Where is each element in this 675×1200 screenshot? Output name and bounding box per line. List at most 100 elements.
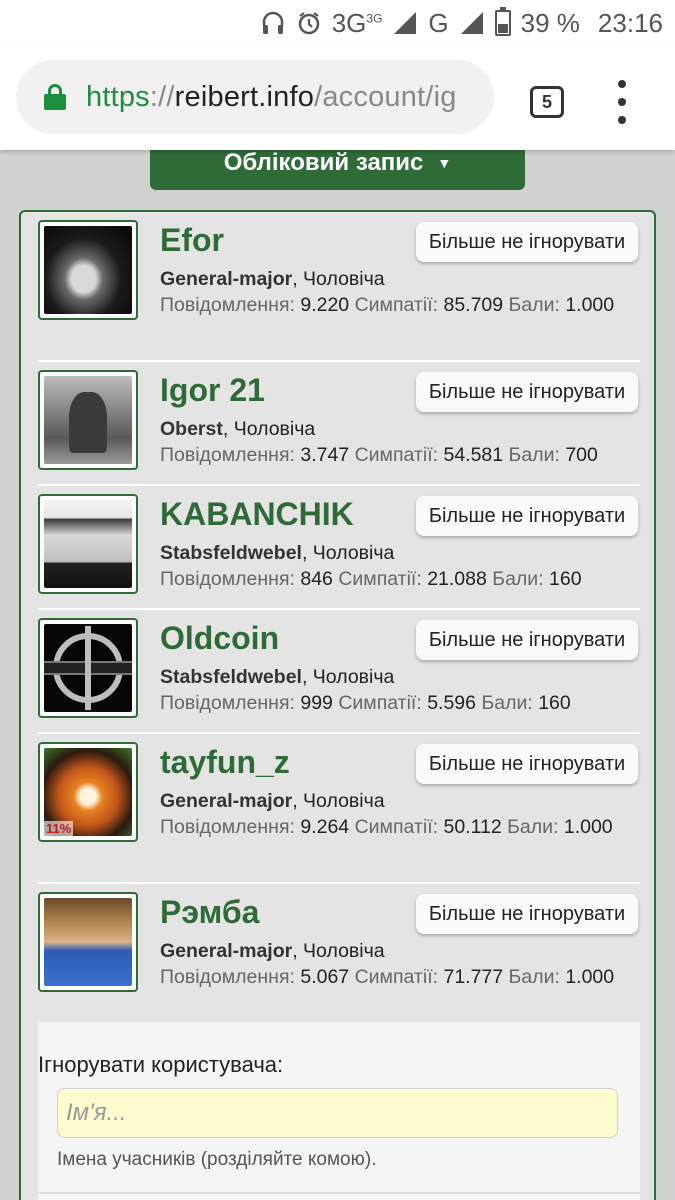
likes-count: 5.596 [427,692,477,714]
network-3g-label: 3G3G [331,7,383,38]
points-count: 160 [538,692,571,714]
messages-label: Повідомлення: [160,966,295,988]
user-rank: General-major [160,940,293,962]
user-rank: Stabsfeldwebel [160,542,302,564]
user-meta: Oberst, Чоловіча Повідомлення: 3.747 Сим… [160,416,630,468]
avatar[interactable] [38,220,138,320]
points-label: Бали: [507,816,559,838]
unignore-button[interactable]: Більше не ігнорувати [416,620,638,660]
likes-count: 21.088 [427,568,487,590]
unignore-button[interactable]: Більше не ігнорувати [416,496,638,536]
user-gender: , Чоловіча [301,542,395,564]
points-count: 1.000 [565,966,615,988]
user-meta: Stabsfeldwebel, Чоловіча Повідомлення: 8… [160,540,630,592]
likes-label: Симпатії: [354,966,439,988]
avatar[interactable]: 11% [38,742,138,842]
likes-count: 54.581 [443,444,504,466]
avatar[interactable] [38,494,138,594]
alarm-icon [296,10,322,36]
unignore-button[interactable]: Більше не ігнорувати [416,894,638,934]
account-menu-button[interactable]: Обліковий запис ▼ [150,150,525,190]
list-item: 11% tayfun_z Більше не ігнорувати Genera… [38,734,640,884]
account-menu-label: Обліковий запис [223,150,424,176]
network-g-label: G [428,7,449,38]
user-gender: , Чоловіча [292,790,385,812]
points-label: Бали: [508,966,560,988]
messages-count: 9.264 [300,816,350,838]
clock-time: 23:16 [597,7,663,38]
avatar-badge: 11% [44,821,74,836]
user-rank: General-major [160,268,293,290]
user-meta: Stabsfeldwebel, Чоловіча Повідомлення: 9… [160,664,630,716]
chevron-down-icon: ▼ [437,155,452,171]
list-item: KABANCHIK Більше не ігнорувати Stabsfeld… [38,486,640,610]
status-bar: 3G3G G 39 % 23:16 [0,0,675,46]
messages-count: 3.747 [300,444,350,466]
likes-label: Симпатії: [354,816,439,838]
list-item: Рэмба Більше не ігнорувати General-major… [38,884,640,1022]
avatar[interactable] [38,618,138,718]
ignore-user-form: Ігнорувати користувача: Імена учасників … [38,1022,640,1200]
list-item: Efor Більше не ігнорувати General-major,… [38,212,640,362]
likes-count: 71.777 [443,966,504,988]
points-count: 700 [565,444,598,466]
url-text[interactable]: https://reibert.info/account/ig [86,81,457,114]
browser-toolbar: https://reibert.info/account/ig 5 [0,46,675,150]
user-meta: General-major, Чоловіча Повідомлення: 9.… [160,266,630,318]
user-gender: , Чоловіча [222,418,316,440]
likes-count: 85.709 [443,294,504,316]
unignore-button[interactable]: Більше не ігнорувати [416,222,638,262]
page-content: Обліковий запис ▼ Efor Більше не ігнорув… [0,150,675,1200]
user-rank: Stabsfeldwebel [160,666,302,688]
messages-count: 999 [300,692,333,714]
ignore-user-input[interactable] [57,1088,618,1138]
headphones-icon [260,10,286,36]
avatar[interactable] [38,892,138,992]
ignore-user-label: Ігнорувати користувача: [38,1052,284,1077]
likes-label: Симпатії: [354,294,439,316]
user-rank: Oberst [160,418,223,440]
username-link[interactable]: Oldcoin [160,620,279,657]
unignore-button[interactable]: Більше не ігнорувати [416,372,638,412]
user-meta: General-major, Чоловіча Повідомлення: 9.… [160,788,630,840]
points-count: 1.000 [565,294,615,316]
lock-icon[interactable] [44,84,66,110]
battery-icon [494,7,511,36]
divider [38,1192,640,1194]
avatar[interactable] [38,370,138,470]
url-bar[interactable]: https://reibert.info/account/ig [16,60,494,134]
messages-label: Повідомлення: [160,568,295,590]
points-count: 160 [549,568,582,590]
points-label: Бали: [508,294,560,316]
username-link[interactable]: KABANCHIK [160,496,354,533]
signal-icon [392,10,418,36]
points-label: Бали: [492,568,544,590]
username-link[interactable]: Igor 21 [160,372,265,409]
points-count: 1.000 [563,816,613,838]
username-link[interactable]: tayfun_z [160,744,290,781]
likes-count: 50.112 [443,816,502,838]
ignored-users-panel: Efor Більше не ігнорувати General-major,… [19,210,656,1200]
unignore-button[interactable]: Більше не ігнорувати [416,744,638,784]
messages-count: 846 [300,568,333,590]
username-link[interactable]: Рэмба [160,894,259,931]
messages-label: Повідомлення: [160,816,295,838]
username-link[interactable]: Efor [160,222,224,259]
overflow-menu-icon[interactable] [612,80,632,124]
messages-count: 5.067 [300,966,350,988]
tab-switcher-button[interactable]: 5 [530,86,564,118]
user-gender: , Чоловіча [292,940,385,962]
battery-percent: 39 % [520,7,580,38]
list-item: Oldcoin Більше не ігнорувати Stabsfeldwe… [38,610,640,734]
likes-label: Симпатії: [354,444,439,466]
signal-icon [459,10,485,36]
list-item: Igor 21 Більше не ігнорувати Oberst, Чол… [38,362,640,486]
messages-count: 9.220 [300,294,350,316]
messages-label: Повідомлення: [160,692,295,714]
user-gender: , Чоловіча [301,666,395,688]
likes-label: Симпатії: [338,692,422,714]
likes-label: Симпатії: [338,568,422,590]
messages-label: Повідомлення: [160,294,295,316]
user-rank: General-major [160,790,293,812]
user-gender: , Чоловіча [292,268,385,290]
